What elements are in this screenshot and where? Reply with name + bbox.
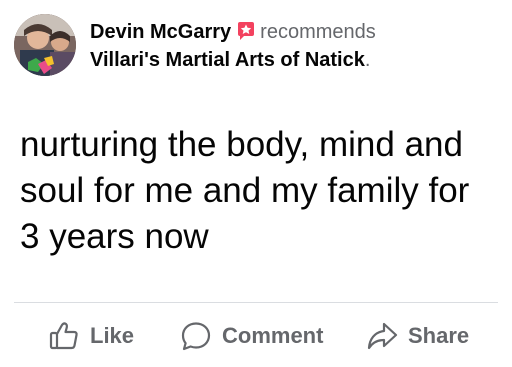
post-header: Devin McGarry recommends Villari's Marti… (14, 14, 498, 78)
share-button[interactable]: Share (366, 314, 469, 358)
like-button[interactable]: Like (48, 314, 134, 358)
post-body-text: nurturing the body, mind and soul for me… (20, 125, 470, 256)
star-flag-icon (236, 21, 256, 41)
header-line-1: Devin McGarry recommends (90, 18, 498, 46)
page-name-link[interactable]: Villari's Martial Arts of Natick (90, 49, 365, 71)
header-text: Devin McGarry recommends Villari's Marti… (90, 18, 498, 74)
share-label: Share (408, 323, 470, 348)
page-name-suffix: . (364, 49, 371, 71)
actions-divider (14, 302, 498, 303)
recommends-label: recommends (260, 21, 376, 43)
share-arrow-icon (366, 320, 398, 352)
comment-label: Comment (222, 323, 324, 348)
author-avatar[interactable] (14, 14, 76, 76)
thumbs-up-icon (48, 320, 80, 352)
header-line-2: Villari's Martial Arts of Natick. (90, 46, 498, 74)
recommendation-post: Devin McGarry recommends Villari's Marti… (0, 0, 512, 367)
author-name[interactable]: Devin McGarry (90, 21, 231, 43)
post-actions-bar: Like Comment Share (0, 314, 512, 358)
speech-bubble-icon (180, 320, 212, 352)
like-label: Like (90, 323, 135, 348)
comment-button[interactable]: Comment (180, 314, 323, 358)
